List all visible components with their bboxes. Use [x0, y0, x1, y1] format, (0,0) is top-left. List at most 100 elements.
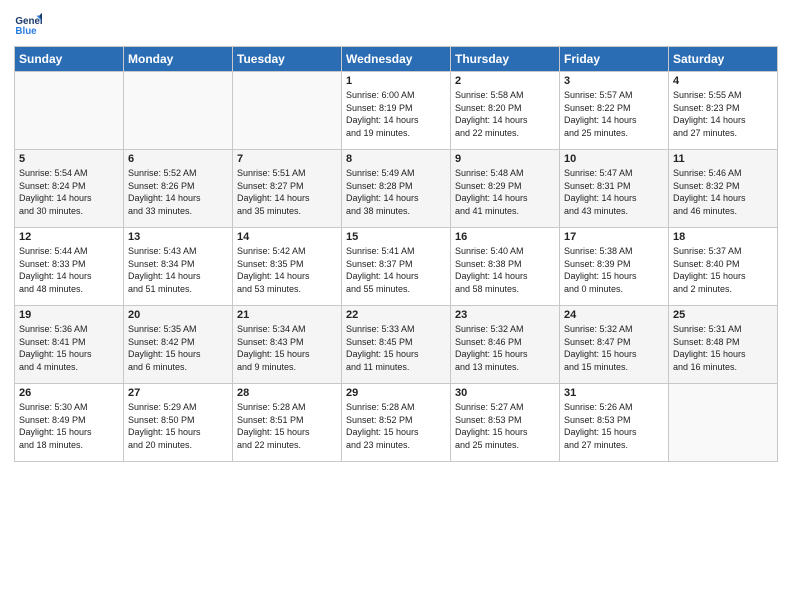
day-number: 18 [673, 231, 773, 243]
calendar-cell: 4 Sunrise: 5:55 AM Sunset: 8:23 PM Daylig… [669, 72, 778, 150]
calendar-cell: 27 Sunrise: 5:29 AM Sunset: 8:50 PM Dayli… [124, 384, 233, 462]
day-number: 28 [237, 387, 337, 399]
calendar-cell: 29Sunrise: 5:28 AM Sunset: 8:52 PM Dayli… [342, 384, 451, 462]
day-info: Sunrise: 5:26 AM Sunset: 8:53 PM Dayligh… [564, 401, 664, 451]
day-number: 20 [128, 309, 228, 321]
calendar-cell: 8 Sunrise: 5:49 AM Sunset: 8:28 PM Daylig… [342, 150, 451, 228]
calendar-week-row: 19 Sunrise: 5:36 AM Sunset: 8:41 PM Dayli… [15, 306, 778, 384]
calendar-cell: 5 Sunrise: 5:54 AM Sunset: 8:24 PM Daylig… [15, 150, 124, 228]
day-info: Sunrise: 5:55 AM Sunset: 8:23 PM Dayligh… [673, 89, 773, 139]
calendar-cell [124, 72, 233, 150]
day-number: 2 [455, 75, 555, 87]
day-info: Sunrise: 5:52 AM Sunset: 8:26 PM Dayligh… [128, 167, 228, 217]
col-header-monday: Monday [124, 47, 233, 72]
day-info: Sunrise: 5:27 AM Sunset: 8:53 PM Dayligh… [455, 401, 555, 451]
calendar-cell: 18 Sunrise: 5:37 AM Sunset: 8:40 PM Dayli… [669, 228, 778, 306]
day-number: 7 [237, 153, 337, 165]
col-header-friday: Friday [560, 47, 669, 72]
logo-icon: General Blue [14, 10, 42, 38]
day-info: Sunrise: 5:54 AM Sunset: 8:24 PM Dayligh… [19, 167, 119, 217]
col-header-tuesday: Tuesday [233, 47, 342, 72]
calendar-cell: 22 Sunrise: 5:33 AM Sunset: 8:45 PM Dayli… [342, 306, 451, 384]
svg-text:Blue: Blue [15, 26, 37, 37]
day-info: Sunrise: 5:38 AM Sunset: 8:39 PM Dayligh… [564, 245, 664, 295]
calendar-cell [669, 384, 778, 462]
calendar-week-row: 1 Sunrise: 6:00 AM Sunset: 8:19 PM Daylig… [15, 72, 778, 150]
day-info: Sunrise: 5:41 AM Sunset: 8:37 PM Dayligh… [346, 245, 446, 295]
day-info: Sunrise: 5:36 AM Sunset: 8:41 PM Dayligh… [19, 323, 119, 373]
day-number: 31 [564, 387, 664, 399]
day-number: 25 [673, 309, 773, 321]
day-info: Sunrise: 5:51 AM Sunset: 8:27 PM Dayligh… [237, 167, 337, 217]
day-info: Sunrise: 5:34 AM Sunset: 8:43 PM Dayligh… [237, 323, 337, 373]
day-info: Sunrise: 5:37 AM Sunset: 8:40 PM Dayligh… [673, 245, 773, 295]
day-info: Sunrise: 5:49 AM Sunset: 8:28 PM Dayligh… [346, 167, 446, 217]
calendar-cell: 19 Sunrise: 5:36 AM Sunset: 8:41 PM Dayli… [15, 306, 124, 384]
day-number: 21 [237, 309, 337, 321]
day-info: Sunrise: 6:00 AM Sunset: 8:19 PM Dayligh… [346, 89, 446, 139]
day-number: 26 [19, 387, 119, 399]
calendar-cell [233, 72, 342, 150]
day-number: 4 [673, 75, 773, 87]
day-number: 13 [128, 231, 228, 243]
calendar-cell: 7 Sunrise: 5:51 AM Sunset: 8:27 PM Daylig… [233, 150, 342, 228]
col-header-saturday: Saturday [669, 47, 778, 72]
day-number: 8 [346, 153, 446, 165]
calendar-cell: 10 Sunrise: 5:47 AM Sunset: 8:31 PM Dayli… [560, 150, 669, 228]
day-number: 16 [455, 231, 555, 243]
calendar-cell: 16 Sunrise: 5:40 AM Sunset: 8:38 PM Dayli… [451, 228, 560, 306]
calendar-cell: 15 Sunrise: 5:41 AM Sunset: 8:37 PM Dayli… [342, 228, 451, 306]
calendar-cell: 1 Sunrise: 6:00 AM Sunset: 8:19 PM Daylig… [342, 72, 451, 150]
calendar-cell: 2Sunrise: 5:58 AM Sunset: 8:20 PM Daylig… [451, 72, 560, 150]
calendar-cell: 25 Sunrise: 5:31 AM Sunset: 8:48 PM Dayli… [669, 306, 778, 384]
page-header: General Blue [14, 10, 778, 38]
day-info: Sunrise: 5:32 AM Sunset: 8:46 PM Dayligh… [455, 323, 555, 373]
day-number: 9 [455, 153, 555, 165]
day-number: 24 [564, 309, 664, 321]
calendar-cell: 3Sunrise: 5:57 AM Sunset: 8:22 PM Daylig… [560, 72, 669, 150]
calendar-cell: 17 Sunrise: 5:38 AM Sunset: 8:39 PM Dayli… [560, 228, 669, 306]
col-header-thursday: Thursday [451, 47, 560, 72]
calendar-cell: 23 Sunrise: 5:32 AM Sunset: 8:46 PM Dayli… [451, 306, 560, 384]
day-number: 5 [19, 153, 119, 165]
day-info: Sunrise: 5:33 AM Sunset: 8:45 PM Dayligh… [346, 323, 446, 373]
day-info: Sunrise: 5:48 AM Sunset: 8:29 PM Dayligh… [455, 167, 555, 217]
calendar-cell: 31 Sunrise: 5:26 AM Sunset: 8:53 PM Dayli… [560, 384, 669, 462]
day-number: 17 [564, 231, 664, 243]
calendar-week-row: 12Sunrise: 5:44 AM Sunset: 8:33 PM Dayli… [15, 228, 778, 306]
day-info: Sunrise: 5:40 AM Sunset: 8:38 PM Dayligh… [455, 245, 555, 295]
logo: General Blue [14, 10, 46, 38]
day-number: 22 [346, 309, 446, 321]
calendar-cell: 21 Sunrise: 5:34 AM Sunset: 8:43 PM Dayli… [233, 306, 342, 384]
calendar-cell [15, 72, 124, 150]
calendar-cell: 30 Sunrise: 5:27 AM Sunset: 8:53 PM Dayli… [451, 384, 560, 462]
day-info: Sunrise: 5:28 AM Sunset: 8:51 PM Dayligh… [237, 401, 337, 451]
day-number: 1 [346, 75, 446, 87]
day-number: 30 [455, 387, 555, 399]
calendar-week-row: 26 Sunrise: 5:30 AM Sunset: 8:49 PM Dayli… [15, 384, 778, 462]
day-info: Sunrise: 5:32 AM Sunset: 8:47 PM Dayligh… [564, 323, 664, 373]
day-info: Sunrise: 5:44 AM Sunset: 8:33 PM Dayligh… [19, 245, 119, 295]
day-number: 10 [564, 153, 664, 165]
day-number: 19 [19, 309, 119, 321]
page-container: General Blue SundayMondayTuesdayWednesda… [0, 0, 792, 472]
day-number: 23 [455, 309, 555, 321]
calendar-cell: 14 Sunrise: 5:42 AM Sunset: 8:35 PM Dayli… [233, 228, 342, 306]
calendar-cell: 13 Sunrise: 5:43 AM Sunset: 8:34 PM Dayli… [124, 228, 233, 306]
calendar-cell: 28 Sunrise: 5:28 AM Sunset: 8:51 PM Dayli… [233, 384, 342, 462]
day-info: Sunrise: 5:42 AM Sunset: 8:35 PM Dayligh… [237, 245, 337, 295]
day-info: Sunrise: 5:46 AM Sunset: 8:32 PM Dayligh… [673, 167, 773, 217]
calendar-cell: 20 Sunrise: 5:35 AM Sunset: 8:42 PM Dayli… [124, 306, 233, 384]
day-info: Sunrise: 5:43 AM Sunset: 8:34 PM Dayligh… [128, 245, 228, 295]
day-number: 27 [128, 387, 228, 399]
col-header-wednesday: Wednesday [342, 47, 451, 72]
day-info: Sunrise: 5:47 AM Sunset: 8:31 PM Dayligh… [564, 167, 664, 217]
calendar-cell: 24 Sunrise: 5:32 AM Sunset: 8:47 PM Dayli… [560, 306, 669, 384]
day-info: Sunrise: 5:29 AM Sunset: 8:50 PM Dayligh… [128, 401, 228, 451]
day-number: 14 [237, 231, 337, 243]
day-info: Sunrise: 5:31 AM Sunset: 8:48 PM Dayligh… [673, 323, 773, 373]
day-info: Sunrise: 5:35 AM Sunset: 8:42 PM Dayligh… [128, 323, 228, 373]
day-number: 11 [673, 153, 773, 165]
day-number: 15 [346, 231, 446, 243]
day-info: Sunrise: 5:30 AM Sunset: 8:49 PM Dayligh… [19, 401, 119, 451]
